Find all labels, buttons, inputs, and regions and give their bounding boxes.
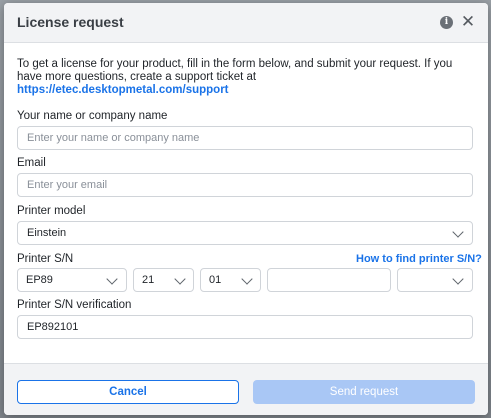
sn-part2-value: 21 bbox=[142, 274, 155, 286]
printer-model-value: Einstein bbox=[27, 227, 67, 239]
sn-part2-select[interactable]: 21 bbox=[133, 268, 194, 292]
sn-verification-field: EP892101 bbox=[17, 315, 473, 339]
chevron-down-icon bbox=[452, 226, 464, 238]
dialog-title: License request bbox=[17, 14, 124, 30]
printer-sn-label: Printer S/N bbox=[17, 253, 74, 265]
intro-paragraph: To get a license for your product, fill … bbox=[17, 58, 453, 83]
intro-text: To get a license for your product, fill … bbox=[17, 58, 477, 97]
email-label: Email bbox=[17, 157, 46, 169]
name-label: Your name or company name bbox=[17, 110, 168, 122]
chevron-down-icon bbox=[106, 273, 118, 285]
dialog-footer: Cancel Send request bbox=[4, 363, 488, 415]
chevron-down-icon bbox=[241, 273, 253, 285]
sn-prefix-select[interactable]: EP89 bbox=[17, 268, 127, 292]
info-icon[interactable]: i bbox=[440, 16, 453, 29]
printer-model-select[interactable]: Einstein bbox=[17, 221, 473, 245]
name-input-placeholder: Enter your name or company name bbox=[27, 132, 200, 144]
how-to-find-sn-link[interactable]: How to find printer S/N? bbox=[356, 253, 482, 265]
name-input[interactable]: Enter your name or company name bbox=[17, 126, 473, 150]
license-request-dialog: License request i ✕ To get a license for… bbox=[4, 3, 488, 415]
sn-part4-input[interactable] bbox=[267, 268, 391, 292]
sn-verification-value: EP892101 bbox=[27, 321, 79, 333]
sn-part5-select[interactable] bbox=[397, 268, 473, 292]
support-link[interactable]: https://etec.desktopmetal.com/support bbox=[17, 84, 229, 96]
sn-prefix-value: EP89 bbox=[26, 274, 53, 286]
sn-part3-select[interactable]: 01 bbox=[200, 268, 261, 292]
close-icon[interactable]: ✕ bbox=[459, 12, 477, 32]
cancel-button[interactable]: Cancel bbox=[17, 380, 239, 404]
email-input-placeholder: Enter your email bbox=[27, 179, 108, 191]
sn-part3-value: 01 bbox=[209, 274, 222, 286]
sn-verification-label: Printer S/N verification bbox=[17, 299, 132, 311]
send-request-button[interactable]: Send request bbox=[253, 380, 475, 404]
chevron-down-icon bbox=[174, 273, 186, 285]
printer-model-label: Printer model bbox=[17, 205, 86, 217]
email-input[interactable]: Enter your email bbox=[17, 173, 473, 197]
chevron-down-icon bbox=[452, 273, 464, 285]
dialog-header: License request i ✕ bbox=[4, 3, 488, 43]
